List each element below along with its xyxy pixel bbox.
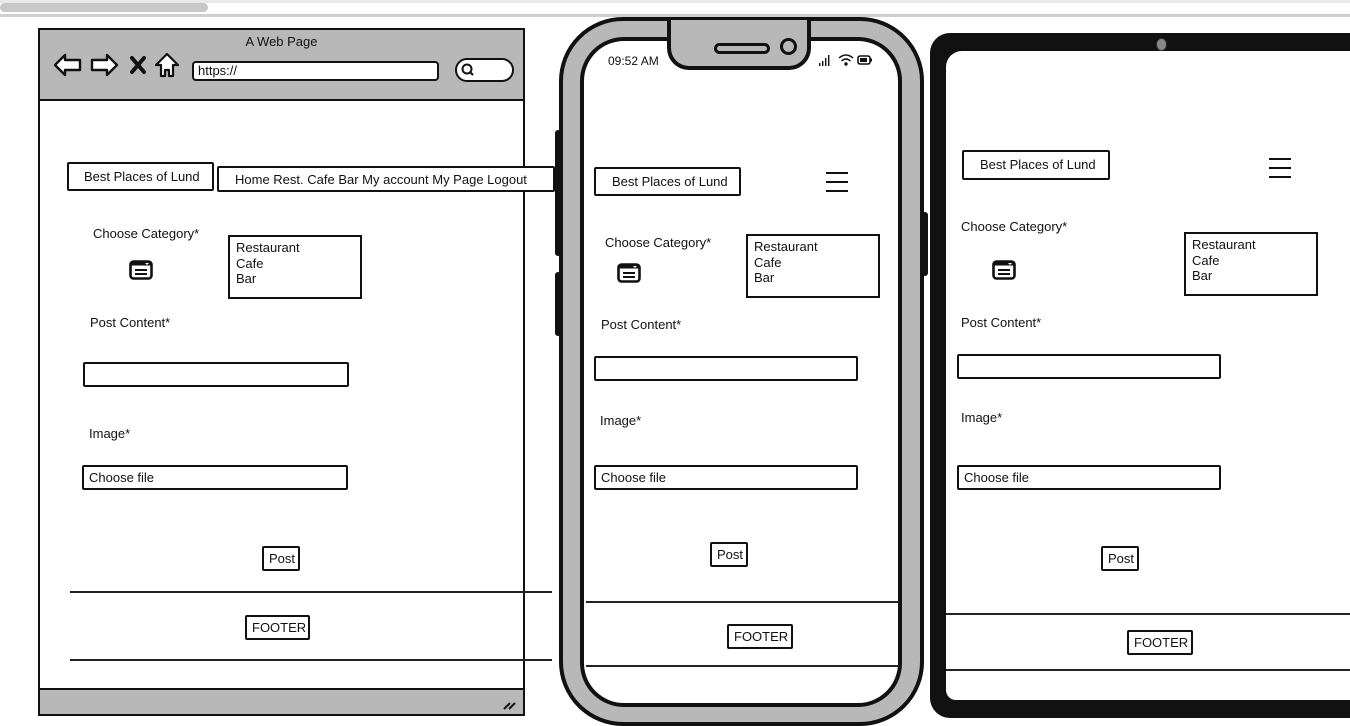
desktop-category-listbox[interactable]: Restaurant Cafe Bar xyxy=(228,235,362,299)
phone-status-icons xyxy=(819,54,872,66)
tablet-hamburger-menu-icon[interactable] xyxy=(1269,158,1291,185)
category-option[interactable]: Restaurant xyxy=(754,239,872,255)
window-title: A Web Page xyxy=(245,34,318,49)
tablet-content-label: Post Content* xyxy=(961,315,1042,330)
tablet-footer-divider-bottom xyxy=(946,669,1350,671)
desktop-post-content-input[interactable] xyxy=(83,362,349,387)
home-icon[interactable] xyxy=(154,52,180,78)
category-option[interactable]: Cafe xyxy=(236,256,354,272)
category-option[interactable]: Bar xyxy=(1192,268,1310,284)
battery-icon xyxy=(857,55,872,65)
desktop-navbar[interactable]: Home Rest. Cafe Bar My account My Page L… xyxy=(217,166,555,192)
brand-text: Best Places of Lund xyxy=(612,174,728,189)
horizontal-scrollbar-thumb[interactable] xyxy=(0,3,208,12)
tablet-image-label: Image* xyxy=(961,410,1003,425)
file-input-text: Choose file xyxy=(601,470,667,485)
phone-status-time: 09:52 AM xyxy=(608,54,659,68)
footer-text: FOOTER xyxy=(734,629,789,644)
tablet-camera xyxy=(1156,38,1167,51)
nav-links[interactable]: Home Rest. Cafe Bar My account My Page L… xyxy=(235,172,527,187)
file-input-text: Choose file xyxy=(964,470,1030,485)
browser-search-field[interactable] xyxy=(455,58,514,82)
browser-status-bar xyxy=(40,688,523,714)
stop-icon[interactable] xyxy=(129,55,147,75)
url-bar[interactable]: https:// xyxy=(192,61,439,81)
phone-post-button[interactable]: Post xyxy=(710,542,748,567)
desktop-footer-divider-bottom xyxy=(70,659,552,661)
category-option[interactable]: Cafe xyxy=(754,255,872,271)
tablet-file-input[interactable]: Choose file xyxy=(957,465,1221,490)
phone-post-content-input[interactable] xyxy=(594,356,858,381)
category-option[interactable]: Restaurant xyxy=(1192,237,1310,253)
desktop-post-button[interactable]: Post xyxy=(262,546,300,571)
signal-icon xyxy=(819,55,830,66)
tablet-footer: FOOTER xyxy=(1127,630,1193,655)
phone-category-listbox[interactable]: Restaurant Cafe Bar xyxy=(746,234,880,298)
desktop-footer: FOOTER xyxy=(245,615,310,640)
category-option[interactable]: Bar xyxy=(236,271,354,287)
phone-footer-divider-bottom xyxy=(586,665,899,667)
post-button-label: Post xyxy=(269,551,296,566)
category-option[interactable]: Bar xyxy=(754,270,872,286)
tablet-category-label: Choose Category* xyxy=(961,219,1068,234)
desktop-file-input[interactable]: Choose file xyxy=(82,465,348,490)
tablet-category-listbox[interactable]: Restaurant Cafe Bar xyxy=(1184,232,1318,296)
dropdown-select-icon[interactable] xyxy=(129,260,153,280)
desktop-image-label: Image* xyxy=(89,426,131,441)
footer-text: FOOTER xyxy=(1134,635,1189,650)
desktop-category-label: Choose Category* xyxy=(93,226,200,241)
phone-speaker xyxy=(714,43,770,54)
phone-hamburger-menu-icon[interactable] xyxy=(826,172,848,199)
brand-text: Best Places of Lund xyxy=(84,169,200,184)
post-button-label: Post xyxy=(717,547,744,562)
file-input-text: Choose file xyxy=(89,470,155,485)
footer-text: FOOTER xyxy=(252,620,307,635)
post-button-label: Post xyxy=(1108,551,1135,566)
category-option[interactable]: Cafe xyxy=(1192,253,1310,269)
tablet-post-button[interactable]: Post xyxy=(1101,546,1139,571)
desktop-content-label: Post Content* xyxy=(90,315,171,330)
phone-image-label: Image* xyxy=(600,413,642,428)
phone-file-input[interactable]: Choose file xyxy=(594,465,858,490)
phone-category-label: Choose Category* xyxy=(605,235,712,250)
phone-footer-divider-top xyxy=(586,601,899,603)
resize-grip-icon[interactable] xyxy=(501,697,517,711)
forward-arrow-icon[interactable] xyxy=(89,53,119,77)
desktop-brand-logo[interactable]: Best Places of Lund xyxy=(67,162,214,191)
back-arrow-icon[interactable] xyxy=(53,53,83,77)
desktop-footer-divider-top xyxy=(70,591,552,593)
tablet-side-button xyxy=(920,212,928,276)
phone-content-label: Post Content* xyxy=(601,317,682,332)
brand-text: Best Places of Lund xyxy=(980,157,1096,172)
phone-brand-logo[interactable]: Best Places of Lund xyxy=(594,167,741,196)
tablet-footer-divider-top xyxy=(946,613,1350,615)
dropdown-select-icon[interactable] xyxy=(992,260,1016,280)
dropdown-select-icon[interactable] xyxy=(617,263,641,283)
tablet-post-content-input[interactable] xyxy=(957,354,1221,379)
tablet-brand-logo[interactable]: Best Places of Lund xyxy=(962,150,1110,180)
browser-toolbar: A Web Page https:// xyxy=(40,30,523,101)
phone-footer: FOOTER xyxy=(727,624,793,649)
wifi-icon xyxy=(838,54,854,66)
category-option[interactable]: Restaurant xyxy=(236,240,354,256)
search-icon xyxy=(461,63,474,76)
phone-camera xyxy=(780,38,797,55)
